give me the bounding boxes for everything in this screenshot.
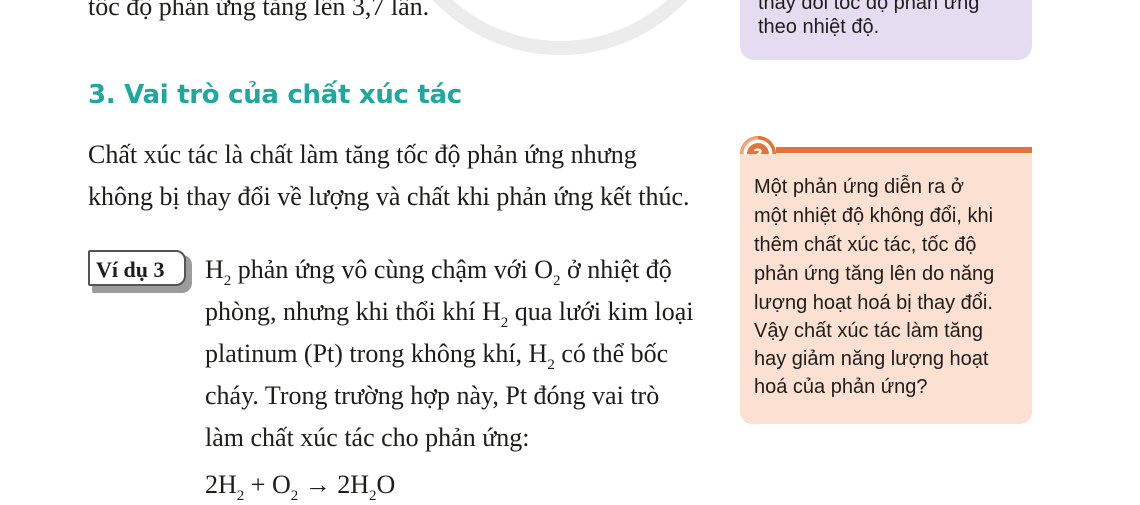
definition-line-1: Chất xúc tác là chất làm tăng tốc độ phả… bbox=[88, 140, 637, 169]
eq-part: + O bbox=[244, 470, 291, 499]
question-line: thêm chất xúc tác, tốc độ bbox=[754, 234, 977, 256]
text-segment: có thể bốc bbox=[554, 339, 669, 368]
eq-subscript: 2 bbox=[369, 488, 377, 504]
example-line-3: platinum (Pt) trong không khí, H2 có thể… bbox=[205, 339, 668, 374]
text-segment: phòng, nhưng khi thổi khí H bbox=[205, 297, 501, 326]
example-line-4: cháy. Trong trường hợp này, Pt đóng vai … bbox=[205, 381, 660, 410]
text-segment: ở nhiệt độ bbox=[560, 255, 672, 284]
note-line-2: theo nhiệt độ. bbox=[758, 16, 880, 38]
example-line-1: H2 phản ứng vô cùng chậm với O2 ở nhiệt … bbox=[205, 255, 672, 290]
badge-face: Ví dụ 3 bbox=[88, 250, 186, 286]
eq-part: O bbox=[376, 470, 396, 499]
subscript: 2 bbox=[553, 273, 561, 289]
note-line-1: thay đổi tốc độ phản ứng bbox=[758, 0, 980, 14]
text-segment: platinum (Pt) trong không khí, H bbox=[205, 339, 548, 368]
subscript: 2 bbox=[547, 357, 555, 373]
section-heading: 3. Vai trò của chất xúc tác bbox=[88, 80, 462, 110]
h2-symbol: H bbox=[205, 255, 224, 284]
question-line: Một phản ứng diễn ra ở bbox=[754, 176, 964, 198]
text-segment: qua lưới kim loại bbox=[508, 297, 694, 326]
note-box: thay đổi tốc độ phản ứng theo nhiệt độ. bbox=[740, 0, 1032, 60]
example-line-5: làm chất xúc tác cho phản ứng: bbox=[205, 423, 530, 452]
eq-part: → 2H bbox=[298, 470, 370, 499]
question-rule bbox=[776, 147, 1032, 153]
eq-part: 2H bbox=[205, 470, 237, 499]
top-text-line: tốc độ phản ứng tăng lên 3,7 lần. bbox=[88, 0, 430, 21]
example-label: Ví dụ 3 bbox=[96, 257, 165, 282]
example-line-2: phòng, nhưng khi thổi khí H2 qua lưới ki… bbox=[205, 297, 694, 332]
text-segment: phản ứng vô cùng chậm với O bbox=[231, 255, 554, 284]
question-box: Một phản ứng diễn ra ở một nhiệt độ khôn… bbox=[740, 154, 1032, 424]
question-line: lượng hoạt hoá bị thay đổi. bbox=[754, 292, 993, 314]
question-line: một nhiệt độ không đổi, khi bbox=[754, 205, 994, 227]
question-line: phản ứng tăng lên do năng bbox=[754, 263, 995, 285]
question-line: hay giảm năng lượng hoạt bbox=[754, 348, 989, 370]
definition-line-2: không bị thay đổi về lượng và chất khi p… bbox=[88, 182, 690, 211]
question-line: Vậy chất xúc tác làm tăng bbox=[754, 320, 984, 342]
question-line: hoá của phản ứng? bbox=[754, 376, 928, 398]
example-badge: Ví dụ 3 bbox=[88, 250, 192, 293]
